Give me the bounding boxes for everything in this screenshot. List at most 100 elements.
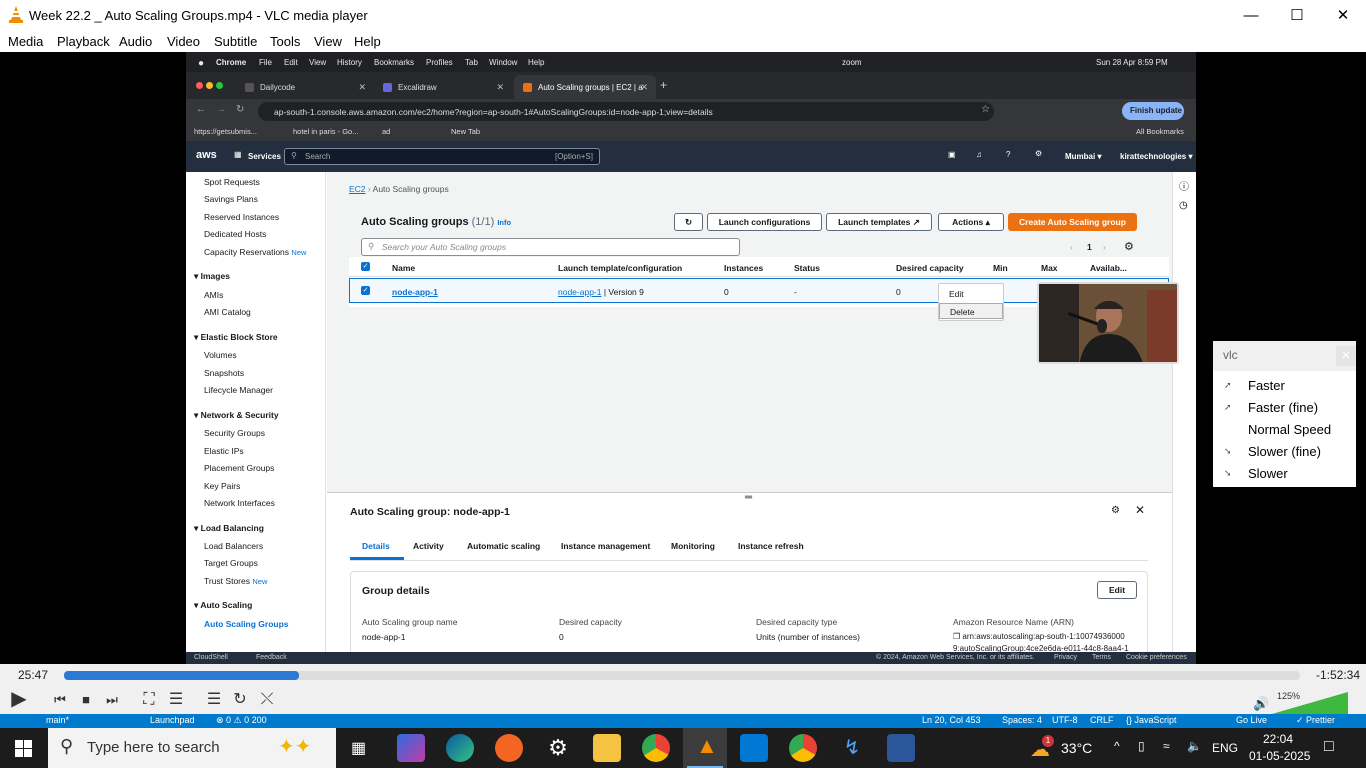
taskbar-search-input[interactable]: ⚲ Type here to search ✦✦: [48, 728, 336, 768]
speed-faster[interactable]: Faster: [1248, 378, 1285, 393]
close-button[interactable]: ✕: [1320, 0, 1366, 31]
detail-close-icon[interactable]: ✕: [1135, 503, 1145, 517]
show-hidden-icons-icon[interactable]: ^: [1114, 739, 1120, 753]
mac-close-dot-icon[interactable]: [196, 82, 203, 89]
cloudshell-icon[interactable]: ▣: [948, 150, 956, 159]
encoding-status[interactable]: UTF-8: [1052, 715, 1078, 725]
sidebar-item-trust-stores[interactable]: Trust Stores New: [204, 576, 267, 586]
cursor-position[interactable]: Ln 20, Col 453: [922, 715, 981, 725]
sidebar-item-snapshots[interactable]: Snapshots: [204, 368, 244, 378]
speed-slower[interactable]: Slower: [1248, 466, 1288, 481]
info-link[interactable]: Info: [497, 218, 511, 227]
create-auto-scaling-group-button[interactable]: Create Auto Scaling group: [1008, 213, 1137, 231]
actions-button[interactable]: Actions ▴: [938, 213, 1004, 231]
detail-settings-icon[interactable]: ⚙: [1111, 505, 1120, 516]
select-all-checkbox[interactable]: ✓: [361, 262, 370, 271]
sidebar-item-reserved-instances[interactable]: Reserved Instances: [204, 212, 279, 222]
aws-search-input[interactable]: ⚲ Search [Option+S]: [284, 148, 600, 165]
sidebar-item-network-interfaces[interactable]: Network Interfaces: [204, 498, 275, 508]
column-header-status[interactable]: Status: [794, 263, 820, 273]
popup-close-icon[interactable]: ✕: [1336, 346, 1356, 366]
tab-instance-refresh[interactable]: Instance refresh: [738, 541, 804, 551]
bookmark-item[interactable]: hotel in paris - Go...: [293, 127, 358, 136]
terms-link[interactable]: Terms: [1092, 654, 1111, 661]
wifi-icon[interactable]: ≈: [1163, 739, 1170, 753]
tab-details[interactable]: Details: [362, 541, 390, 551]
next-button[interactable]: ⏭: [100, 687, 124, 712]
play-button[interactable]: ▶: [6, 687, 32, 712]
aws-logo[interactable]: aws: [196, 149, 217, 161]
tab-close-icon[interactable]: ✕: [496, 82, 504, 93]
history-icon[interactable]: ◷: [1179, 200, 1188, 211]
sidebar-header-images[interactable]: ▾ Images: [194, 271, 230, 282]
launch-configurations-button[interactable]: Launch configurations: [707, 213, 822, 231]
prettier-status[interactable]: ✓ Prettier: [1296, 715, 1335, 726]
finish-update-button[interactable]: Finish update: [1122, 102, 1184, 120]
sidebar-item-capacity-reservations[interactable]: Capacity Reservations New: [204, 247, 306, 257]
menu-media[interactable]: Media: [8, 34, 43, 49]
actions-menu-delete[interactable]: Delete: [939, 303, 1003, 319]
drag-handle-icon[interactable]: ═: [745, 492, 752, 503]
refresh-button[interactable]: ↻: [674, 213, 703, 231]
battery-icon[interactable]: ▯: [1138, 739, 1145, 753]
playlist-button[interactable]: ☰: [202, 687, 226, 712]
eol-status[interactable]: CRLF: [1090, 715, 1114, 725]
address-bar[interactable]: ap-south-1.console.aws.amazon.com/ec2/ho…: [258, 102, 994, 121]
sidebar-item-security-groups[interactable]: Security Groups: [204, 428, 265, 438]
sidebar-item-volumes[interactable]: Volumes: [204, 350, 237, 360]
elapsed-time[interactable]: 25:47: [18, 668, 48, 682]
task-view-icon[interactable]: ▦: [351, 738, 366, 758]
mac-zoom-dot-icon[interactable]: [216, 82, 223, 89]
sidebar-item-dedicated-hosts[interactable]: Dedicated Hosts: [204, 229, 266, 239]
column-header-instances[interactable]: Instances: [724, 263, 763, 273]
tab-automatic-scaling[interactable]: Automatic scaling: [467, 541, 540, 551]
volume-icon[interactable]: 🔊: [1253, 696, 1269, 712]
row-template-link[interactable]: node-app-1: [558, 287, 601, 297]
chrome-profile-icon[interactable]: [789, 734, 817, 762]
tab-close-icon[interactable]: ✕: [358, 82, 366, 93]
bookmark-item[interactable]: New Tab: [451, 127, 480, 136]
windows-start-icon[interactable]: [15, 740, 32, 757]
tab-activity[interactable]: Activity: [413, 541, 444, 551]
branch-status[interactable]: main*: [46, 715, 69, 725]
speed-slower-fine[interactable]: Slower (fine): [1248, 444, 1321, 459]
page-number[interactable]: 1: [1087, 242, 1092, 252]
menu-view[interactable]: View: [314, 34, 342, 49]
new-tab-icon[interactable]: +: [660, 78, 667, 92]
speaker-icon[interactable]: 🔈: [1187, 739, 1202, 753]
cloudshell-link[interactable]: CloudShell: [194, 654, 228, 661]
sidebar-item-elastic-ips[interactable]: Elastic IPs: [204, 446, 244, 456]
sidebar-header-network[interactable]: ▾ Network & Security: [194, 410, 279, 421]
bell-icon[interactable]: ♫: [976, 150, 982, 159]
sidebar-item-lifecycle-manager[interactable]: Lifecycle Manager: [204, 385, 273, 395]
launchpad-status[interactable]: Launchpad: [150, 715, 195, 725]
volume-slider[interactable]: [1272, 692, 1348, 714]
bookmark-star-icon[interactable]: ☆: [981, 104, 990, 115]
row-name-link[interactable]: node-app-1: [392, 287, 438, 297]
sidebar-item-ami-catalog[interactable]: AMI Catalog: [204, 307, 251, 317]
services-menu[interactable]: Services: [248, 152, 281, 161]
azure-data-studio-icon[interactable]: ↯: [838, 734, 866, 762]
weather-temperature[interactable]: 33°C: [1061, 740, 1092, 756]
menu-help[interactable]: Help: [354, 34, 381, 49]
menu-video[interactable]: Video: [167, 34, 200, 49]
edge-icon[interactable]: [446, 734, 474, 762]
region-selector[interactable]: Mumbai ▾: [1065, 152, 1101, 161]
gear-icon[interactable]: ⚙: [1035, 149, 1042, 158]
sidebar-item-load-balancers[interactable]: Load Balancers: [204, 541, 263, 551]
language-indicator[interactable]: ENG: [1212, 741, 1238, 755]
back-icon[interactable]: ←: [196, 104, 206, 115]
sidebar-item-spot-requests[interactable]: Spot Requests: [204, 177, 260, 187]
column-header-launch-template[interactable]: Launch template/configuration: [558, 263, 682, 273]
vscode-icon[interactable]: [740, 734, 768, 762]
notifications-icon[interactable]: □: [1324, 738, 1334, 756]
all-bookmarks[interactable]: All Bookmarks: [1136, 127, 1184, 136]
copy-icon[interactable]: ❐: [953, 632, 960, 641]
account-menu[interactable]: kirattechnologies ▾: [1120, 152, 1192, 161]
bookmark-item[interactable]: https://getsubmis...: [194, 127, 257, 136]
help-icon[interactable]: ?: [1006, 150, 1010, 159]
stop-button[interactable]: ■: [75, 687, 97, 712]
go-live-status[interactable]: Go Live: [1236, 715, 1267, 725]
chrome-tab-aws[interactable]: Auto Scaling groups | EC2 | a ✕: [514, 75, 656, 99]
cookie-preferences-link[interactable]: Cookie preferences: [1126, 654, 1187, 661]
